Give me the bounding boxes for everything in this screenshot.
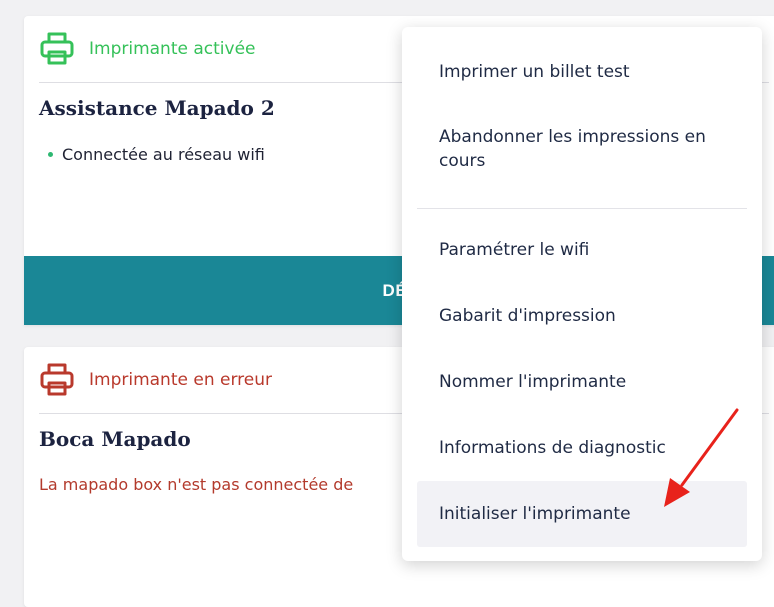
menu-item-rename-printer[interactable]: Nommer l'imprimante xyxy=(417,349,747,415)
menu-separator xyxy=(417,208,747,209)
printer-status-label: Imprimante activée xyxy=(89,39,256,59)
printer-icon xyxy=(40,32,74,65)
error-message: La mapado box n'est pas connectée de xyxy=(39,475,354,494)
menu-item-reset-printer[interactable]: Initialiser l'imprimante xyxy=(417,481,747,547)
printer-icon xyxy=(40,363,74,396)
connection-info: Connectée au réseau wifi xyxy=(48,145,265,164)
menu-item-label: Gabarit d'impression xyxy=(439,306,616,326)
menu-item-label: Nommer l'imprimante xyxy=(439,372,627,392)
printer-actions-menu: Imprimer un billet test Abandonner les i… xyxy=(402,27,762,561)
menu-item-label: Abandonner les impressions en cours xyxy=(439,127,706,171)
menu-item-print-test-ticket[interactable]: Imprimer un billet test xyxy=(417,39,747,105)
printer-status: Imprimante activée xyxy=(39,31,256,67)
menu-item-label: Paramétrer le wifi xyxy=(439,240,590,260)
connection-info-label: Connectée au réseau wifi xyxy=(62,145,265,164)
menu-item-cancel-prints[interactable]: Abandonner les impressions en cours xyxy=(417,105,747,193)
menu-item-label: Informations de diagnostic xyxy=(439,438,666,458)
printer-status-label: Imprimante en erreur xyxy=(89,370,272,390)
menu-item-diagnostics[interactable]: Informations de diagnostic xyxy=(417,415,747,481)
bullet-dot xyxy=(48,152,53,157)
printer-name: Assistance Mapado 2 xyxy=(39,96,275,120)
menu-item-print-template[interactable]: Gabarit d'impression xyxy=(417,283,747,349)
menu-item-label: Imprimer un billet test xyxy=(439,62,630,82)
menu-item-wifi-settings[interactable]: Paramétrer le wifi xyxy=(417,217,747,283)
printer-name: Boca Mapado xyxy=(39,427,191,451)
menu-item-label: Initialiser l'imprimante xyxy=(439,504,631,524)
printer-status: Imprimante en erreur xyxy=(39,362,272,398)
